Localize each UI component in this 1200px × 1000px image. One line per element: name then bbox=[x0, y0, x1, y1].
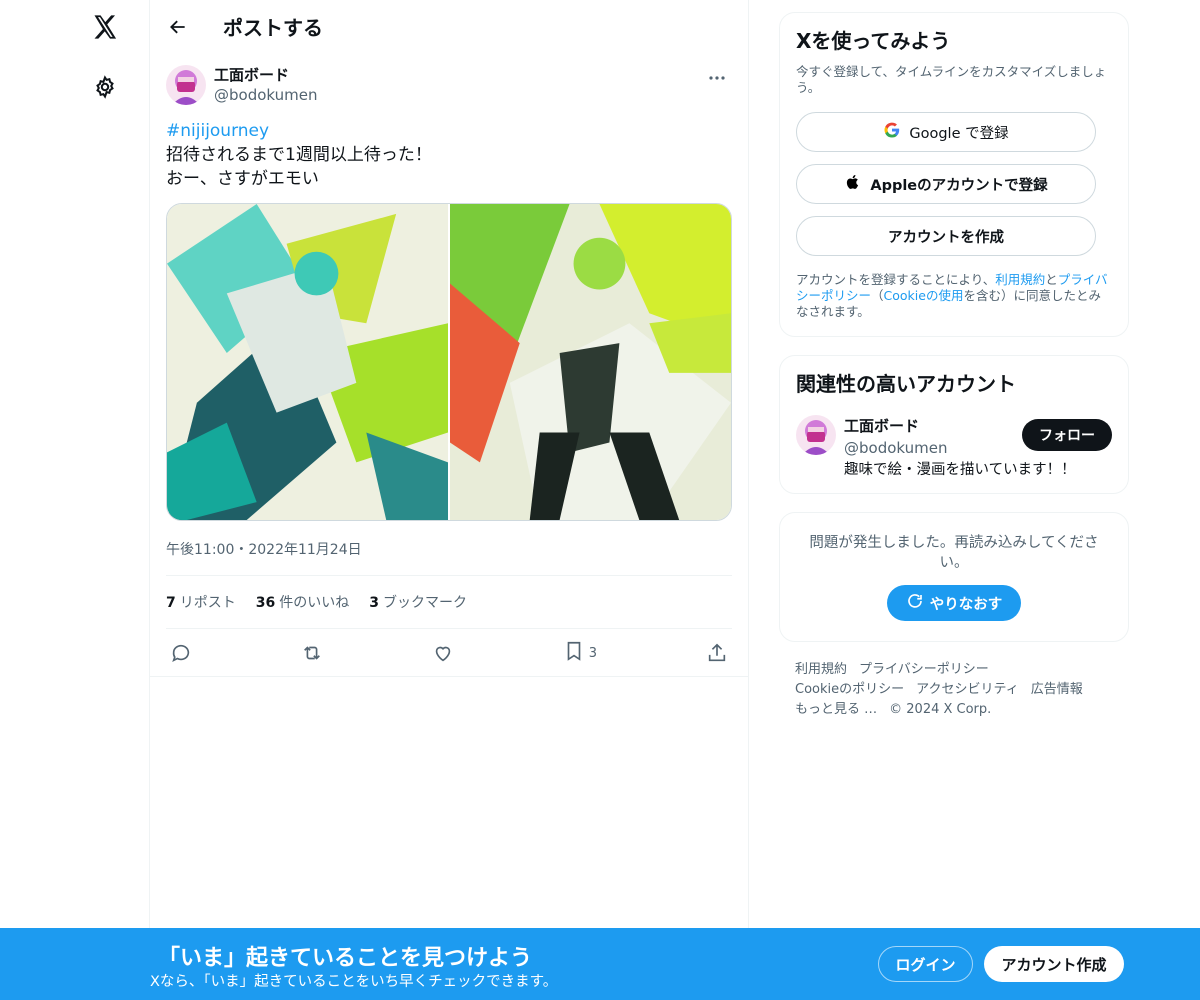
create-account-label: アカウントを作成 bbox=[888, 229, 1004, 246]
repost-icon[interactable] bbox=[301, 642, 323, 664]
related-accounts-card: 関連性の高いアカウント 工面ボード @bodokumen 趣味で絵・漫画を描いて… bbox=[779, 355, 1129, 494]
refresh-icon bbox=[906, 592, 924, 614]
retry-label: やりなおす bbox=[929, 596, 1003, 613]
post-bottom-divider bbox=[150, 676, 748, 677]
signup-subtitle: 今すぐ登録して、タイムラインをカスタマイズしましょう。 bbox=[796, 64, 1107, 95]
footer-links: 利用規約 プライバシーポリシー Cookieのポリシー アクセシビリティ 広告情報 も… bbox=[779, 660, 1129, 720]
banner-subtitle: Xなら、「いま」起きていることをいち早くチェックできます。 bbox=[150, 974, 558, 990]
post-media bbox=[166, 203, 732, 521]
post-timestamp[interactable]: 午後11:00・2022年11月24日 bbox=[166, 539, 732, 576]
right-sidebar: Xを使ってみよう 今すぐ登録して、タイムラインをカスタマイズしましょう。 Goo… bbox=[779, 12, 1129, 720]
post-image-1[interactable] bbox=[167, 204, 448, 520]
post: 工面ボード @bodokumen #nijijourney 招待されるまで1週間… bbox=[150, 53, 748, 677]
share-icon[interactable] bbox=[706, 642, 728, 664]
bookmark-icon[interactable] bbox=[563, 640, 585, 666]
bookmark-stat[interactable]: 3 ブックマーク bbox=[369, 592, 467, 612]
terms-link[interactable]: 利用規約 bbox=[995, 272, 1045, 287]
post-author: 工面ボード @bodokumen bbox=[166, 65, 732, 105]
post-image-2[interactable] bbox=[450, 204, 731, 520]
settings-gear-icon[interactable] bbox=[88, 70, 122, 104]
error-card: 問題が発生しました。再読み込みしてください。 やりなおす bbox=[779, 512, 1129, 642]
signup-card: Xを使ってみよう 今すぐ登録して、タイムラインをカスタマイズしましょう。 Goo… bbox=[779, 12, 1129, 337]
terms-text: アカウントを登録することにより、利用規約とプライバシーポリシー（Cookieの使… bbox=[796, 272, 1108, 319]
top-bar: ポストする bbox=[150, 0, 748, 53]
main-column: ポストする 工面ボード @bodokumen #nijijourney 招待され… bbox=[149, 0, 749, 1000]
google-signup-label: Google で登録 bbox=[909, 125, 1009, 142]
post-stats: 7 リポスト 36 件のいいね 3 ブックマーク bbox=[166, 576, 732, 629]
x-logo-icon[interactable] bbox=[86, 8, 124, 46]
create-account-button[interactable]: アカウントを作成 bbox=[796, 216, 1096, 256]
apple-icon bbox=[844, 173, 862, 195]
follow-button[interactable]: フォロー bbox=[1022, 419, 1112, 451]
author-avatar[interactable] bbox=[166, 65, 206, 105]
more-options-icon[interactable] bbox=[704, 65, 730, 91]
retry-button[interactable]: やりなおす bbox=[887, 585, 1021, 621]
apple-signup-label: Appleのアカウントで登録 bbox=[870, 177, 1048, 194]
author-name[interactable]: 工面ボード bbox=[214, 65, 317, 85]
footer-accessibility[interactable]: アクセシビリティ bbox=[916, 682, 1019, 697]
banner-title: 「いま」起きていることを見つけよう bbox=[158, 946, 533, 971]
related-bio: 趣味で絵・漫画を描いています！！ bbox=[844, 462, 1076, 478]
back-arrow-icon[interactable] bbox=[150, 0, 206, 53]
google-signup-button[interactable]: Google で登録 bbox=[796, 112, 1096, 152]
post-line-1: 招待されるまで1週間以上待った！ bbox=[166, 145, 432, 165]
page-title: ポストする bbox=[223, 16, 323, 40]
signup-title: Xを使ってみよう bbox=[796, 29, 951, 53]
post-line-2: おー、さすがエモい bbox=[166, 169, 319, 189]
footer-cookie[interactable]: Cookieのポリシー bbox=[795, 682, 904, 697]
post-actions: 3 bbox=[166, 629, 732, 677]
apple-signup-button[interactable]: Appleのアカウントで登録 bbox=[796, 164, 1096, 204]
error-message: 問題が発生しました。再読み込みしてください。 bbox=[809, 535, 1099, 571]
login-button[interactable]: ログイン bbox=[878, 946, 973, 982]
footer-ads[interactable]: 広告情報 bbox=[1031, 682, 1083, 697]
bookmark-count: 3 bbox=[588, 645, 598, 661]
google-icon bbox=[883, 121, 901, 143]
footer-more[interactable]: もっと見る … bbox=[795, 702, 877, 717]
related-user[interactable]: 工面ボード @bodokumen 趣味で絵・漫画を描いています！！ フォロー bbox=[796, 415, 1112, 481]
author-handle[interactable]: @bodokumen bbox=[214, 85, 317, 105]
reply-icon[interactable] bbox=[170, 642, 192, 664]
like-stat[interactable]: 36 件のいいね bbox=[256, 592, 349, 612]
cookie-link[interactable]: Cookieの使用 bbox=[884, 288, 964, 303]
post-text: #nijijourney 招待されるまで1週間以上待った！ おー、さすがエモい bbox=[166, 119, 732, 191]
related-avatar[interactable] bbox=[796, 415, 836, 455]
footer-privacy[interactable]: プライバシーポリシー bbox=[859, 662, 989, 677]
banner-signup-button[interactable]: アカウント作成 bbox=[984, 946, 1124, 982]
like-heart-icon[interactable] bbox=[432, 642, 454, 664]
related-title: 関連性の高いアカウント bbox=[796, 372, 1016, 396]
post-hashtag[interactable]: #nijijourney bbox=[166, 119, 732, 143]
footer-terms[interactable]: 利用規約 bbox=[795, 662, 847, 677]
footer-copyright: © 2024 X Corp. bbox=[889, 702, 992, 717]
left-nav bbox=[0, 0, 150, 1000]
repost-stat[interactable]: 7 リポスト bbox=[166, 592, 236, 612]
bookmark-action[interactable]: 3 bbox=[563, 640, 597, 666]
